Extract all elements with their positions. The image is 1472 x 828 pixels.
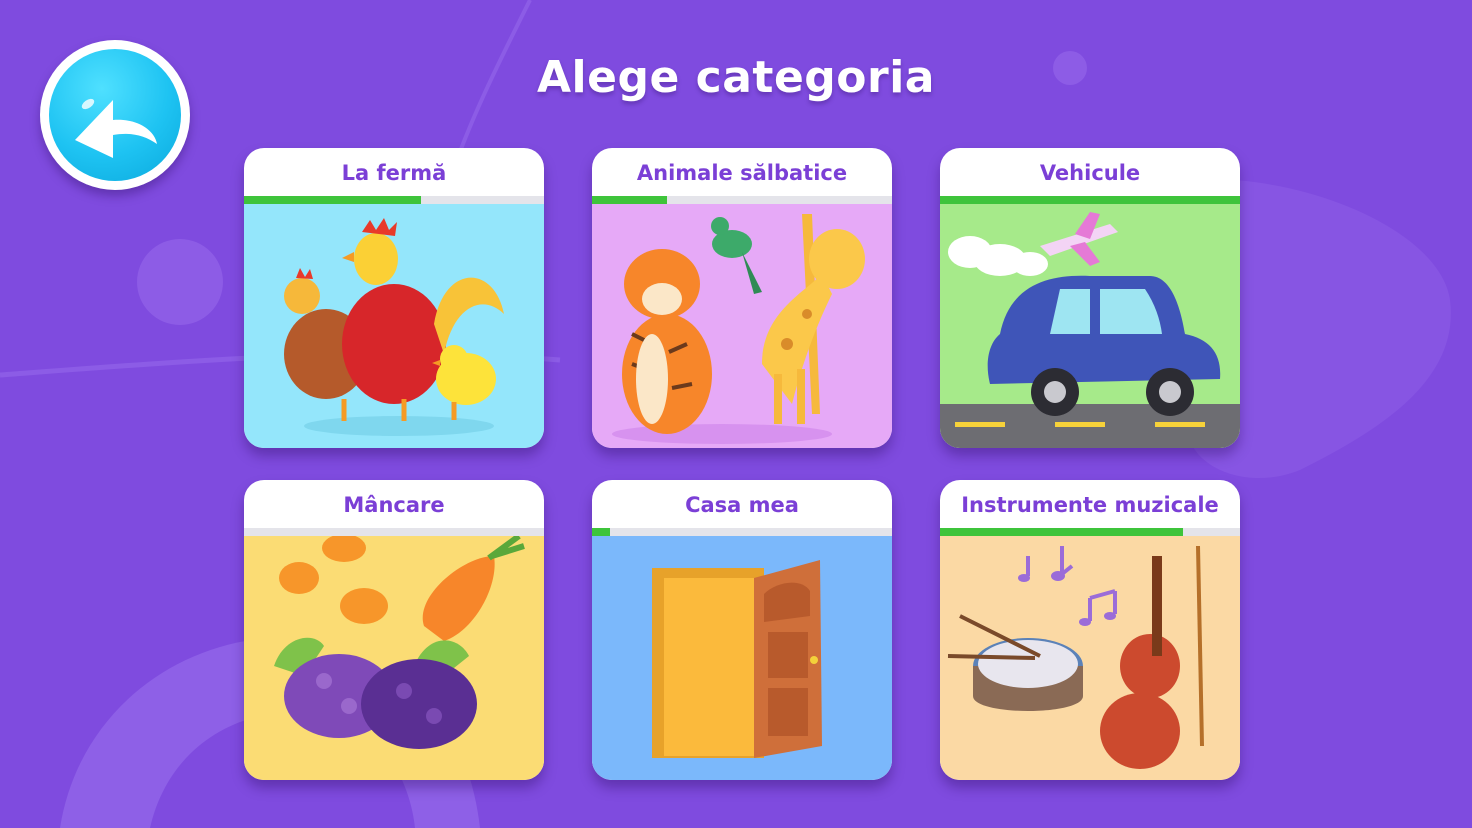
door-icon: [592, 536, 892, 780]
progress-track: [940, 528, 1240, 536]
category-label: Vehicule: [1039, 161, 1141, 185]
progress-track: [592, 528, 892, 536]
category-label: La fermă: [341, 161, 447, 185]
category-label: Casa mea: [685, 493, 799, 517]
music-instruments-icon: [940, 536, 1240, 780]
progress-fill: [940, 528, 1183, 536]
progress-track: [244, 196, 544, 204]
progress-track: [244, 528, 544, 536]
progress-fill: [940, 196, 1240, 204]
progress-track: [940, 196, 1240, 204]
category-label: Animale sălbatice: [636, 161, 848, 185]
vehicles-icon: [940, 204, 1240, 448]
category-label: Mâncare: [343, 493, 445, 517]
progress-track: [592, 196, 892, 204]
food-icon: [244, 536, 544, 780]
category-card-music[interactable]: Instrumente muzicale: [940, 480, 1240, 780]
category-card-vehicles[interactable]: Vehicule: [940, 148, 1240, 448]
progress-fill: [244, 196, 421, 204]
category-label: Instrumente muzicale: [961, 493, 1219, 517]
category-card-food[interactable]: Mâncare: [244, 480, 544, 780]
wild-animals-icon: [592, 204, 892, 448]
progress-fill: [592, 196, 667, 204]
farm-birds-icon: [244, 204, 544, 448]
progress-fill: [592, 528, 610, 536]
category-card-farm[interactable]: La fermă: [244, 148, 544, 448]
category-card-home[interactable]: Casa mea: [592, 480, 892, 780]
category-card-wild-animals[interactable]: Animale sălbatice: [592, 148, 892, 448]
page-title: Alege categoria: [537, 52, 935, 103]
